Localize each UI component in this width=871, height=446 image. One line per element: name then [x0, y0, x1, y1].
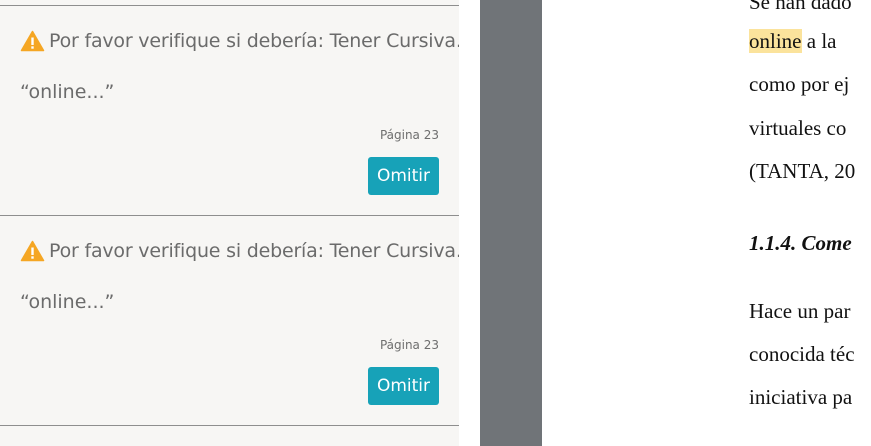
app-root: Por favor verifique si debería: Tener Cu… — [0, 0, 871, 446]
issue-snippet: “online...” — [20, 291, 115, 313]
warning-icon — [20, 240, 45, 262]
issue-message: Por favor verifique si debería: Tener Cu… — [20, 240, 462, 262]
document-line: Se han dado — [749, 0, 852, 14]
issues-panel: Por favor verifique si debería: Tener Cu… — [0, 0, 462, 446]
issue-message: Por favor verifique si debería: Tener Cu… — [20, 30, 462, 52]
issue-message-text: Por favor verifique si debería: Tener Cu… — [49, 30, 462, 52]
document-line: virtuales co — [749, 116, 847, 140]
issue-card: Por favor verifique si debería: Tener Cu… — [0, 5, 462, 215]
section-heading: 1.1.4. Come — [749, 231, 852, 255]
panel-divider — [459, 0, 480, 446]
issue-card — [0, 425, 459, 446]
issue-snippet: “online...” — [20, 81, 115, 103]
document-line: online a la — [749, 29, 837, 53]
document-line: iniciativa pa — [749, 385, 853, 409]
issue-card: Por favor verifique si debería: Tener Cu… — [0, 215, 462, 425]
document-page: Se han dado online a la como por ej virt… — [542, 0, 871, 446]
document-line: como por ej — [749, 72, 850, 96]
omit-button[interactable]: Omitir — [368, 367, 439, 405]
issue-page-number: Página 23 — [379, 338, 439, 352]
document-line: Hace un par — [749, 299, 851, 323]
omit-button[interactable]: Omitir — [368, 157, 439, 195]
highlighted-word[interactable]: online — [749, 29, 802, 53]
issue-page-number: Página 23 — [379, 128, 439, 142]
warning-icon — [20, 30, 45, 52]
document-line: conocida téc — [749, 342, 855, 366]
document-line: (TANTA, 20 — [749, 159, 856, 183]
document-viewer-background — [480, 0, 542, 446]
issue-message-text: Por favor verifique si debería: Tener Cu… — [49, 240, 462, 262]
